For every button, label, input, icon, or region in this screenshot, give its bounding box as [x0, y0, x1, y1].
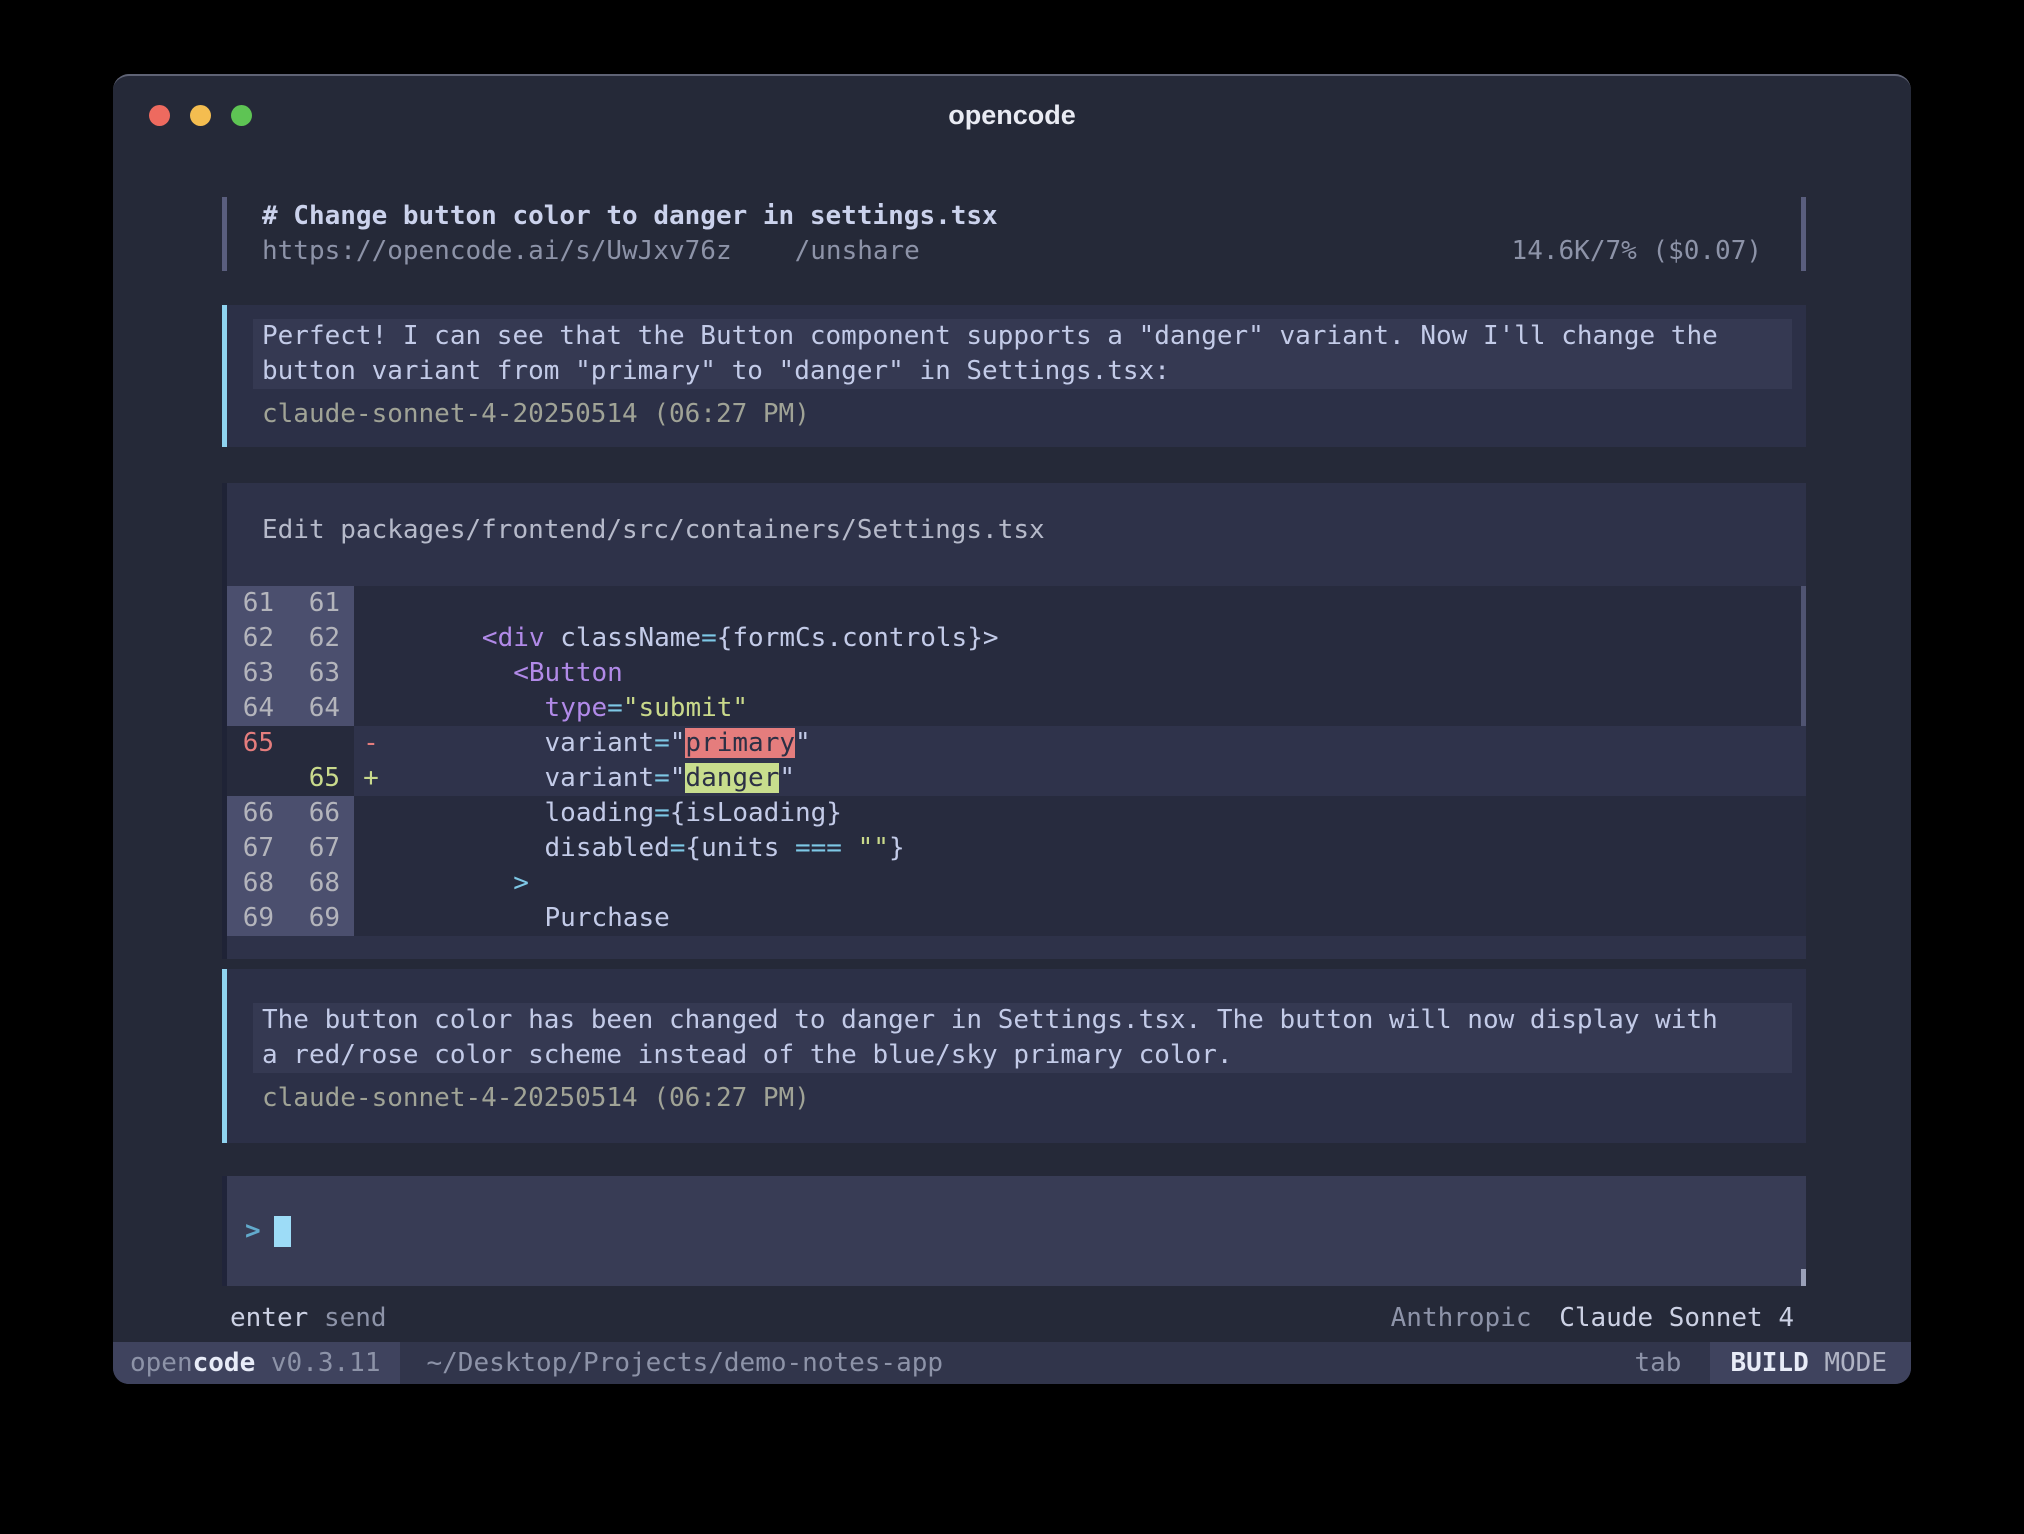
unshare-command[interactable]: /unshare: [795, 234, 920, 269]
working-directory: ~/Desktop/Projects/demo-notes-app: [426, 1342, 943, 1384]
model-label: Claude Sonnet 4: [1559, 1303, 1794, 1333]
diff-row: 6868 >: [227, 866, 1806, 901]
diff-row: 6969 Purchase: [227, 901, 1806, 936]
app-name-prefix: open: [130, 1348, 193, 1378]
status-right: tab BUILD MODE: [1634, 1342, 1911, 1384]
message-line: button variant from "primary" to "danger…: [262, 354, 1792, 389]
model-signature: claude-sonnet-4-20250514 (06:27 PM): [262, 397, 1806, 432]
mode-suffix: MODE: [1824, 1348, 1887, 1378]
app-version-chip: opencode v0.3.11: [113, 1342, 400, 1384]
message-paragraph: Perfect! I can see that the Button compo…: [253, 319, 1792, 389]
prompt-character: >: [245, 1216, 261, 1246]
diff-row: 6161: [227, 586, 1806, 621]
diff-row: 6464 type="submit": [227, 691, 1806, 726]
edit-tool-card: Edit packages/frontend/src/containers/Se…: [222, 483, 1806, 959]
app-name-suffix: code: [193, 1348, 256, 1378]
enter-key-label: enter: [230, 1303, 308, 1333]
model-signature: claude-sonnet-4-20250514 (06:27 PM): [262, 1081, 1806, 1116]
text-cursor: [274, 1216, 291, 1247]
hint-bar: enter send Anthropic Claude Sonnet 4: [222, 1301, 1806, 1336]
input-scrollbar-thumb[interactable]: [1801, 1269, 1806, 1286]
assistant-message: The button color has been changed to dan…: [222, 969, 1806, 1143]
share-line: https://opencode.ai/s/UwJxv76z /unshare …: [262, 234, 1762, 269]
diff-row: 65- variant="primary": [227, 726, 1806, 761]
diff-row: 6666 loading={isLoading}: [227, 796, 1806, 831]
app-version: v0.3.11: [271, 1348, 381, 1378]
prompt-input[interactable]: >: [222, 1176, 1806, 1286]
status-bar: opencode v0.3.11 ~/Desktop/Projects/demo…: [113, 1342, 1911, 1384]
diff-row: 65+ variant="danger": [227, 761, 1806, 796]
session-content: # Change button color to danger in setti…: [222, 76, 1806, 1336]
diff-row: 6767 disabled={units === ""}: [227, 831, 1806, 866]
message-line: The button color has been changed to dan…: [262, 1003, 1792, 1038]
session-title: # Change button color to danger in setti…: [262, 199, 1762, 234]
message-line: a red/rose color scheme instead of the b…: [262, 1038, 1792, 1073]
session-header-block: # Change button color to danger in setti…: [222, 197, 1806, 271]
scrollbar-thumb[interactable]: [1801, 586, 1806, 726]
enter-action-label: send: [324, 1303, 387, 1333]
mode-indicator[interactable]: BUILD MODE: [1710, 1342, 1911, 1384]
provider-label: Anthropic: [1391, 1303, 1532, 1333]
context-usage-stats: 14.6K/7% ($0.07): [1512, 234, 1762, 269]
message-paragraph: The button color has been changed to dan…: [253, 1003, 1792, 1073]
opencode-window: opencode # Change button color to danger…: [113, 74, 1911, 1384]
enter-hint: enter send: [230, 1301, 387, 1336]
mode-name: BUILD: [1730, 1348, 1808, 1378]
edit-tool-title: Edit packages/frontend/src/containers/Se…: [227, 513, 1806, 548]
assistant-message: Perfect! I can see that the Button compo…: [222, 305, 1806, 447]
diff-row: 6262 <div className={formCs.controls}>: [227, 621, 1806, 656]
model-indicator: Anthropic Claude Sonnet 4: [1391, 1301, 1794, 1336]
share-url-link[interactable]: https://opencode.ai/s/UwJxv76z: [262, 234, 732, 269]
diff-row: 6363 <Button: [227, 656, 1806, 691]
diff-rows: 61616262 <div className={formCs.controls…: [227, 586, 1806, 936]
message-line: Perfect! I can see that the Button compo…: [262, 319, 1792, 354]
tab-key-hint: tab: [1634, 1342, 1681, 1384]
